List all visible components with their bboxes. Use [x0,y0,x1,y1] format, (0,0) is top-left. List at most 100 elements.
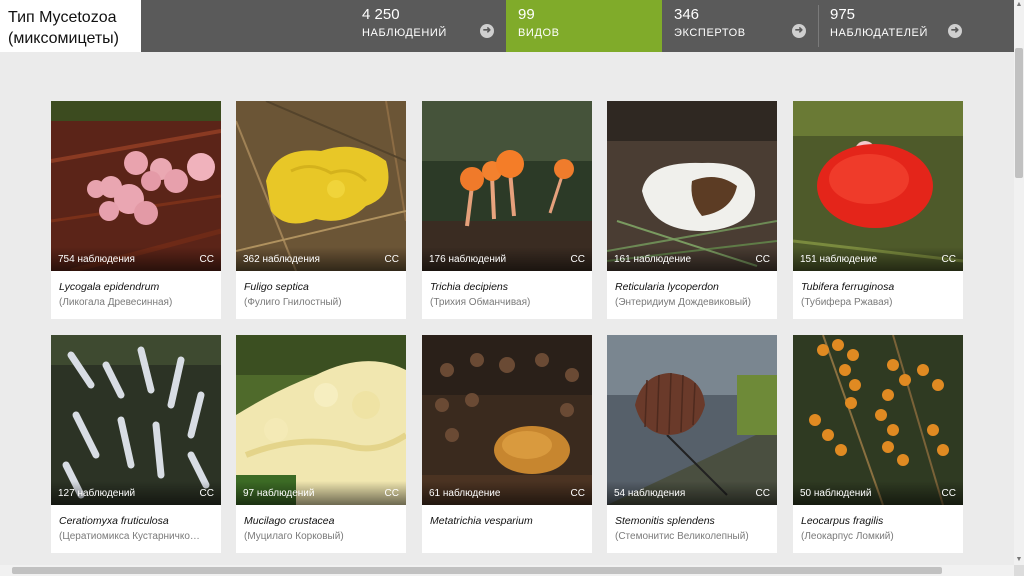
species-photo[interactable]: 97 наблюдений CC [236,335,406,505]
species-card[interactable]: 161 наблюдение CC Reticularia lycoperdon… [607,101,777,319]
scroll-down-icon[interactable]: ▼ [1014,555,1024,565]
stat-experts-value: 346 [674,6,700,23]
observation-count: 362 наблюдения [243,254,320,265]
stat-observations[interactable]: 4 250 НАБЛЮДЕНИЙ ➜ [350,0,506,52]
species-latin-name[interactable]: Lycogala epidendrum [59,281,215,293]
species-russian-name: (Трихия Обманчивая) [430,297,531,308]
species-latin-name[interactable]: Fuligo septica [244,281,400,293]
observation-count: 50 наблюдений [800,488,872,499]
species-latin-name[interactable]: Trichia decipiens [430,281,586,293]
trichia-photo [422,101,592,271]
arrow-right-icon[interactable]: ➜ [792,24,806,38]
arrow-right-icon[interactable]: ➜ [480,24,494,38]
stat-observations-value: 4 250 [362,6,400,23]
license-label[interactable]: CC [200,254,214,265]
stat-observers[interactable]: 975 НАБЛЮДАТЕЛЕЙ ➜ [818,0,974,52]
species-russian-name: (Цератиомикса Кустарничко… [59,531,200,542]
horizontal-scrollbar[interactable] [0,565,1024,576]
stat-experts[interactable]: 346 ЭКСПЕРТОВ ➜ [662,0,818,52]
license-label[interactable]: CC [385,254,399,265]
species-photo[interactable]: 61 наблюдение CC [422,335,592,505]
species-photo[interactable]: 176 наблюдений CC [422,101,592,271]
species-photo[interactable]: 754 наблюдения CC [51,101,221,271]
lycogala-photo [51,101,221,271]
stemonitis-photo [607,335,777,505]
species-russian-name: (Тубифера Ржавая) [801,297,893,308]
license-label[interactable]: CC [571,254,585,265]
species-card[interactable]: 176 наблюдений CC Trichia decipiens (Три… [422,101,592,319]
species-card[interactable]: 54 наблюдения CC Stemonitis splendens (С… [607,335,777,553]
species-russian-name: (Стемонитис Великолепный) [615,531,749,542]
observation-count: 61 наблюдение [429,488,501,499]
species-russian-name: (Энтеридиум Дождевиковый) [615,297,751,308]
photo-caption-overlay: 161 наблюдение CC [607,247,777,271]
photo-caption-overlay: 754 наблюдения CC [51,247,221,271]
species-photo[interactable]: 151 наблюдение CC [793,101,963,271]
species-card[interactable]: 754 наблюдения CC Lycogala epidendrum (Л… [51,101,221,319]
taxon-title-line1: Тип Mycetozoa [8,9,117,26]
observation-count: 176 наблюдений [429,254,507,265]
species-photo[interactable]: 127 наблюдений CC [51,335,221,505]
license-label[interactable]: CC [756,254,770,265]
species-card[interactable]: 97 наблюдений CC Mucilago crustacea (Муц… [236,335,406,553]
species-latin-name[interactable]: Reticularia lycoperdon [615,281,771,293]
arrow-right-icon[interactable]: ➜ [948,24,962,38]
species-russian-name: (Ликогала Древесинная) [59,297,173,308]
reticularia-photo [607,101,777,271]
stat-species-label: ВИДОВ [518,27,560,39]
species-russian-name: (Муцилаго Корковый) [244,531,344,542]
photo-caption-overlay: 151 наблюдение CC [793,247,963,271]
species-latin-name[interactable]: Tubifera ferruginosa [801,281,957,293]
species-card[interactable]: 362 наблюдения CC Fuligo septica (Фулиго… [236,101,406,319]
species-photo[interactable]: 50 наблюдений CC [793,335,963,505]
species-card[interactable]: 50 наблюдений CC Leocarpus fragilis (Лео… [793,335,963,553]
photo-caption-overlay: 54 наблюдения CC [607,481,777,505]
species-latin-name[interactable]: Stemonitis splendens [615,515,771,527]
license-label[interactable]: CC [200,488,214,499]
stat-species[interactable]: 99 ВИДОВ [506,0,662,52]
observation-count: 754 наблюдения [58,254,135,265]
taxon-title: Тип Mycetozoa (миксомицеты) [0,0,141,52]
horizontal-scroll-thumb[interactable] [12,567,942,574]
metatrichia-photo [422,335,592,505]
license-label[interactable]: CC [385,488,399,499]
mucilago-photo [236,335,406,505]
observation-count: 127 наблюдений [58,488,136,499]
photo-caption-overlay: 50 наблюдений CC [793,481,963,505]
license-label[interactable]: CC [571,488,585,499]
license-label[interactable]: CC [756,488,770,499]
vertical-scroll-thumb[interactable] [1015,48,1023,178]
species-photo[interactable]: 54 наблюдения CC [607,335,777,505]
observation-count: 54 наблюдения [614,488,686,499]
photo-caption-overlay: 362 наблюдения CC [236,247,406,271]
scrollbar-corner [1014,565,1024,576]
species-latin-name[interactable]: Mucilago crustacea [244,515,400,527]
species-latin-name[interactable]: Leocarpus fragilis [801,515,957,527]
species-latin-name[interactable]: Ceratiomyxa fruticulosa [59,515,215,527]
taxon-title-line2: (миксомицеты) [8,30,119,47]
tubifera-photo [793,101,963,271]
photo-caption-overlay: 61 наблюдение CC [422,481,592,505]
fuligo-photo [236,101,406,271]
vertical-scrollbar[interactable]: ▲ ▼ [1014,0,1024,576]
stat-species-value: 99 [518,6,535,23]
species-photo[interactable]: 362 наблюдения CC [236,101,406,271]
species-card[interactable]: 151 наблюдение CC Tubifera ferruginosa (… [793,101,963,319]
stats-header: Тип Mycetozoa (миксомицеты) 4 250 НАБЛЮД… [0,0,1014,52]
leocarpus-photo [793,335,963,505]
scroll-up-icon[interactable]: ▲ [1014,0,1024,10]
ceratiomyxa-photo [51,335,221,505]
photo-caption-overlay: 176 наблюдений CC [422,247,592,271]
license-label[interactable]: CC [942,254,956,265]
species-card[interactable]: 61 наблюдение CC Metatrichia vesparium [422,335,592,553]
license-label[interactable]: CC [942,488,956,499]
photo-caption-overlay: 127 наблюдений CC [51,481,221,505]
species-photo[interactable]: 161 наблюдение CC [607,101,777,271]
species-russian-name: (Леокарпус Ломкий) [801,531,894,542]
observation-count: 151 наблюдение [800,254,878,265]
observation-count: 161 наблюдение [614,254,692,265]
species-russian-name: (Фулиго Гнилостный) [244,297,342,308]
stat-observers-value: 975 [830,6,856,23]
species-card[interactable]: 127 наблюдений CC Ceratiomyxa fruticulos… [51,335,221,553]
species-latin-name[interactable]: Metatrichia vesparium [430,515,586,527]
